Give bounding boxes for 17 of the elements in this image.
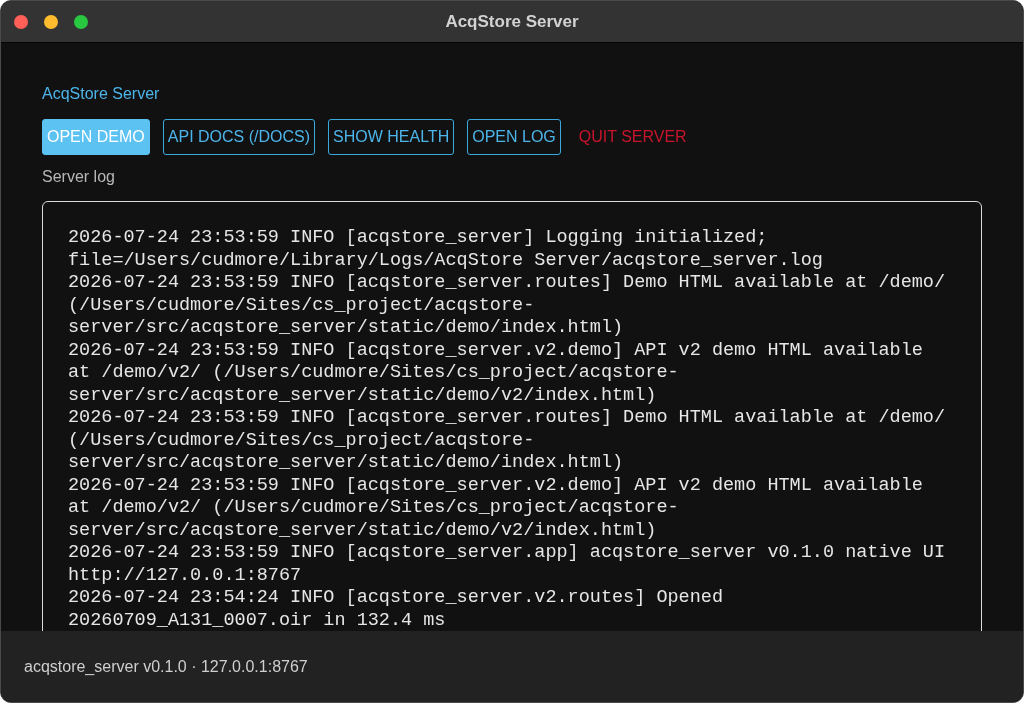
minimize-button[interactable] (44, 14, 58, 29)
log-entry: 2026-07-24 23:53:59 INFO [acqstore_server.v2.demo] API v2 demo HTML available at /demo/v2/ (/Users/cudmore/Sites/cs_project/acqstore-server/src/acqstore_server/static/demo/v2/index.html) (68, 339, 924, 407)
zoom-button[interactable] (74, 14, 88, 29)
log-entry: 2026-07-24 23:53:59 INFO [acqstore_server.routes] Demo HTML available at /demo/ (/Users/cudmore/Sites/cs_project/acqstore-server/src/acqstore_server/static/demo/index.html) (68, 407, 947, 475)
log-label: Server log (42, 167, 116, 187)
log-entry: 2026-07-24 23:53:59 INFO [acqstore_server.v2.demo] API v2 demo HTML available at /demo/v2/ (/Users/cudmore/Sites/cs_project/acqstore-server/src/acqstore_server/static/demo/v2/index.html) (68, 474, 924, 542)
log-entry: 2026-07-24 23:53:59 INFO [acqstore_server] Logging initialized; file=/Users/cudmore/Library/Logs/AcqStore Server/acqstore_server.log (68, 227, 824, 272)
action-button[interactable]: OPEN LOG (467, 119, 561, 155)
close-button[interactable] (14, 14, 28, 29)
log-entry: 2026-07-24 23:54:24 INFO [acqstore_server.v2.routes] Opened 20260709_A131_0007.oir in 132.4 ms (68, 587, 724, 631)
log-entry: 2026-07-24 23:53:59 INFO [acqstore_server.app] acqstore_server v0.1.0 native UI http://127.0.0.1:8767 (68, 542, 947, 587)
log-entry: 2026-07-24 23:53:59 INFO [acqstore_server.routes] Demo HTML available at /demo/ (/Users/cudmore/Sites/cs_project/acqstore-server/src/acqstore_server/static/demo/index.html) (68, 272, 947, 340)
action-button[interactable]: SHOW HEALTH (328, 119, 455, 155)
action-button[interactable]: API DOCS (/DOCS) (162, 119, 316, 155)
status-text: acqstore_server v0.1.0 · 127.0.0.1:8767 (24, 657, 308, 676)
window-title: AcqStore Server (445, 11, 579, 32)
app-heading: AcqStore Server (42, 84, 161, 104)
